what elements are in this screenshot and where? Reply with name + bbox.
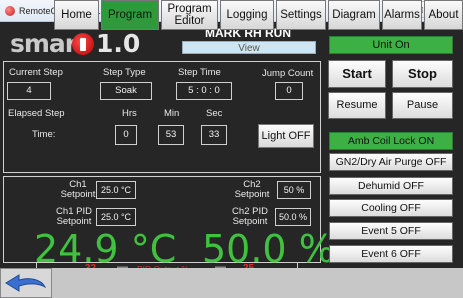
current-step-label: Current Step [9, 67, 63, 78]
elapsed-sec-field: 33 [201, 125, 227, 145]
tab-alarms-label: Alarms [384, 9, 420, 21]
current-step-field: 4 [7, 82, 51, 100]
tab-about-label: About [428, 9, 459, 21]
hrs-label: Hrs [122, 108, 137, 119]
tab-settings-label: Settings [280, 9, 322, 21]
ch1-pid-setpoint-label: Ch1 PID Setpoint [56, 206, 92, 227]
ch2-setpoint-field[interactable]: 50 % [277, 181, 311, 199]
elapsed-min-field: 53 [158, 125, 184, 145]
tab-program-label: Program [107, 9, 153, 21]
min-label: Min [164, 108, 180, 119]
step-time-field: 5 : 0 : 0 [176, 82, 232, 100]
start-button[interactable]: Start [328, 60, 386, 88]
step-time-label: Step Time [178, 67, 221, 78]
tab-settings[interactable]: Settings [276, 0, 326, 30]
cooling-toggle[interactable]: Cooling OFF [329, 199, 453, 217]
logo-suffix: 1.0 [96, 29, 141, 58]
tab-program[interactable]: Program [101, 0, 159, 30]
tab-home-label: Home [61, 9, 92, 21]
step-type-label: Step Type [103, 67, 146, 78]
tab-alarms[interactable]: Alarms [382, 0, 422, 30]
tab-logging-label: Logging [226, 9, 268, 21]
app-main: smar 1.0 MARK RH RUN View Current Step S… [0, 22, 463, 298]
elapsed-hrs-field: 0 [115, 125, 137, 145]
app-icon [5, 6, 15, 16]
amb-coil-lock-toggle[interactable]: Amb Coil Lock ON [329, 132, 453, 150]
jump-count-field: 0 [275, 82, 303, 100]
ch2-pid-setpoint-field: 50.0 % [275, 208, 311, 226]
jump-count-label: Jump Count [262, 68, 314, 79]
tab-logging[interactable]: Logging [220, 0, 274, 30]
back-button[interactable] [0, 268, 52, 298]
unit-status-indicator: Unit On [329, 36, 453, 54]
logo-word: smar [10, 29, 77, 58]
time-label: Time: [32, 129, 56, 140]
sec-label: Sec [206, 108, 223, 119]
ch1-setpoint-field[interactable]: 25.0 °C [96, 181, 136, 199]
light-toggle-button[interactable]: Light OFF [258, 124, 314, 148]
gn2-purge-toggle[interactable]: GN2/Dry Air Purge OFF [329, 153, 453, 171]
ch2-pid-setpoint-label: Ch2 PID Setpoint [232, 206, 268, 227]
tab-program-editor[interactable]: Program Editor [161, 0, 218, 30]
dehumid-toggle[interactable]: Dehumid OFF [329, 177, 453, 195]
resume-button[interactable]: Resume [328, 92, 386, 119]
ch1-setpoint-label: Ch1 Setpoint [60, 179, 96, 200]
back-arrow-icon [5, 274, 47, 292]
tab-home[interactable]: Home [54, 0, 99, 30]
tab-diagram-label: Diagram [332, 9, 376, 21]
ch2-setpoint-label: Ch2 Setpoint [234, 179, 270, 200]
stop-button[interactable]: Stop [392, 60, 453, 88]
logo-power-icon [72, 33, 94, 55]
event6-toggle[interactable]: Event 6 OFF [329, 245, 453, 263]
setpoint-panel: Ch1 Setpoint 25.0 °C Ch1 PID Setpoint 25… [3, 176, 335, 269]
tab-diagram[interactable]: Diagram [328, 0, 380, 30]
elapsed-step-label: Elapsed Step [8, 108, 65, 119]
view-button[interactable]: View [182, 41, 316, 54]
step-type-field: Soak [100, 82, 152, 100]
brand-logo: smar 1.0 [10, 29, 140, 58]
event5-toggle[interactable]: Event 5 OFF [329, 222, 453, 240]
tab-about[interactable]: About [424, 0, 463, 30]
bottom-tab-bar [0, 268, 463, 298]
ch1-pid-setpoint-field: 25.0 °C [96, 208, 136, 226]
tab-program-editor-label: Program Editor [167, 3, 212, 27]
pause-button[interactable]: Pause [392, 92, 453, 119]
step-panel: Current Step Step Type Step Time Jump Co… [3, 61, 321, 173]
